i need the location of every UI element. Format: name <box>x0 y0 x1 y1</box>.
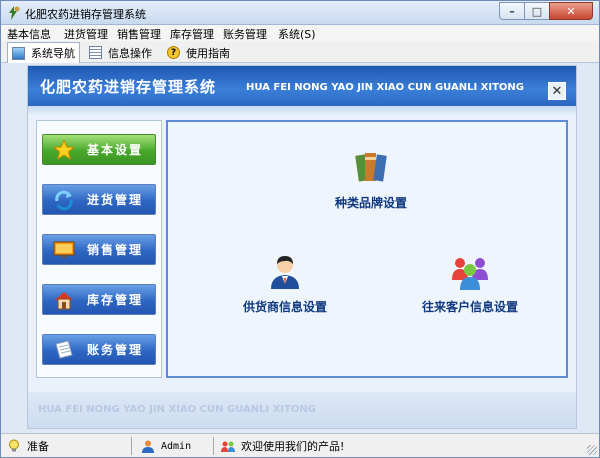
house-icon <box>53 289 75 311</box>
status-bar: 准备 Admin 欢迎使用我们的产品! <box>1 433 599 457</box>
footer-strip: HUA FEI NONG YAO JIN XIAO CUN GUANLI XIT… <box>28 392 576 428</box>
welcome-text: 欢迎使用我们的产品! <box>241 440 345 453</box>
nav-label: 账务管理 <box>87 343 144 357</box>
category-menu: 基本设置 进货管理 销售管理 库存管理 账务管理 <box>36 120 162 378</box>
customer-settings[interactable]: 往来客户信息设置 <box>400 250 540 315</box>
close-icon: ✕ <box>566 4 576 18</box>
menu-purchase[interactable]: 进货管理 <box>64 26 108 42</box>
tab-info-ops[interactable]: 信息操作 <box>85 42 156 63</box>
banner: 化肥农药进销存管理系统 HUA FEI NONG YAO JIN XIAO CU… <box>28 66 576 106</box>
function-label: 供货商信息设置 <box>242 300 327 314</box>
close-icon: ✕ <box>551 83 563 99</box>
footer-watermark: HUA FEI NONG YAO JIN XIAO CUN GUANLI XIT… <box>38 404 316 415</box>
minimize-button[interactable]: – <box>499 2 525 20</box>
menu-sales[interactable]: 销售管理 <box>117 26 161 42</box>
tab-system-nav[interactable]: 系统导航 <box>7 42 80 63</box>
star-icon <box>53 138 75 161</box>
nav-basic-settings[interactable]: 基本设置 <box>42 134 156 165</box>
user-icon <box>141 439 155 453</box>
resize-grip[interactable] <box>587 445 597 455</box>
function-label: 往来客户信息设置 <box>421 300 518 314</box>
status-divider <box>213 437 214 455</box>
banner-title: 化肥农药进销存管理系统 <box>40 78 217 96</box>
document-icon <box>89 46 102 59</box>
tab-label: 系统导航 <box>31 47 75 60</box>
menu-accounts[interactable]: 账务管理 <box>223 26 267 42</box>
status-user: Admin <box>141 436 191 456</box>
nav-label: 库存管理 <box>87 293 144 307</box>
bulb-icon <box>7 439 21 453</box>
tab-user-guide[interactable]: ? 使用指南 <box>163 42 234 63</box>
user-name: Admin <box>161 440 192 452</box>
nav-label: 进货管理 <box>87 193 144 207</box>
status-state: 准备 <box>7 436 49 456</box>
nav-inventory[interactable]: 库存管理 <box>42 284 156 315</box>
function-label: 种类品牌设置 <box>334 196 407 210</box>
status-divider <box>131 437 132 455</box>
menu-bar: 基本信息 进货管理 销售管理 库存管理 账务管理 系统(S) <box>1 25 599 41</box>
app-window: 化肥农药进销存管理系统 – □ ✕ 基本信息 进货管理 销售管理 库存管理 账务… <box>0 0 600 458</box>
nav-purchase[interactable]: 进货管理 <box>42 184 156 215</box>
minimize-icon: – <box>509 4 515 18</box>
group-icon <box>449 250 491 292</box>
paper-icon <box>53 339 75 361</box>
nav-label: 基本设置 <box>87 143 144 157</box>
category-brand-settings[interactable]: 种类品牌设置 <box>316 146 426 211</box>
maximize-button[interactable]: □ <box>524 2 550 20</box>
maximize-icon: □ <box>531 4 543 18</box>
nav-sales[interactable]: 销售管理 <box>42 234 156 265</box>
refresh-arrow-icon <box>53 189 75 211</box>
banner-shadow <box>28 106 576 116</box>
person-icon <box>264 250 306 292</box>
tab-label: 信息操作 <box>108 46 152 60</box>
banner-subtitle: HUA FEI NONG YAO JIN XIAO CUN GUANLI XIT… <box>246 82 524 93</box>
menu-inventory[interactable]: 库存管理 <box>170 26 214 42</box>
window-title: 化肥农药进销存管理系统 <box>25 8 146 21</box>
title-bar: 化肥农药进销存管理系统 – □ ✕ <box>1 1 599 25</box>
books-icon <box>350 146 392 188</box>
menu-system[interactable]: 系统(S) <box>278 26 316 42</box>
status-welcome: 欢迎使用我们的产品! <box>221 436 344 456</box>
menu-basic-info[interactable]: 基本信息 <box>7 26 51 42</box>
app-icon <box>6 5 22 21</box>
panel-close-button[interactable]: ✕ <box>548 82 566 100</box>
nav-accounts[interactable]: 账务管理 <box>42 334 156 365</box>
function-area: 种类品牌设置 供货商信息设置 往来客户信息设置 <box>166 120 568 378</box>
group-icon <box>221 439 235 453</box>
nav-label: 销售管理 <box>87 243 144 257</box>
tab-bar: 系统导航 信息操作 ? 使用指南 <box>1 41 599 63</box>
monitor-icon <box>53 239 75 261</box>
monitor-icon <box>12 46 25 60</box>
window-controls: – □ ✕ <box>499 2 593 21</box>
supplier-settings[interactable]: 供货商信息设置 <box>218 250 352 315</box>
close-button[interactable]: ✕ <box>549 2 593 20</box>
status-text: 准备 <box>27 440 49 453</box>
nav-panel: 化肥农药进销存管理系统 HUA FEI NONG YAO JIN XIAO CU… <box>27 65 577 429</box>
help-icon: ? <box>167 46 180 59</box>
tab-label: 使用指南 <box>186 46 230 60</box>
